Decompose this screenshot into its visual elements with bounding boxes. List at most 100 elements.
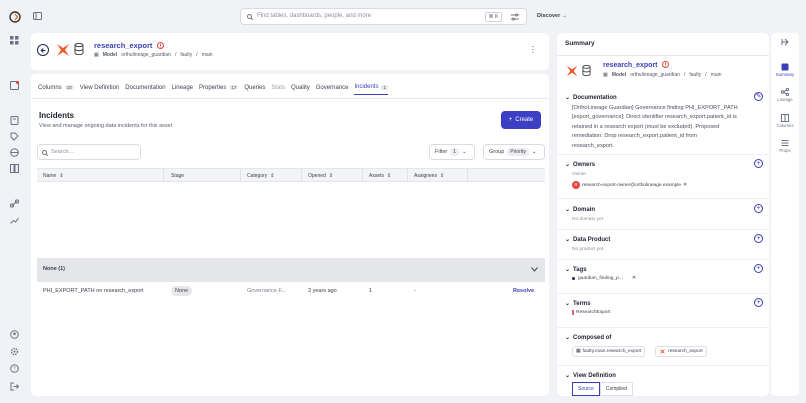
app-logo-icon[interactable] [9, 11, 21, 23]
book-icon [781, 63, 789, 71]
chevron-down-icon: ⌄ [565, 95, 571, 101]
grid-icon[interactable] [10, 36, 21, 47]
col-name[interactable]: Name ⇕ [43, 173, 64, 179]
edit-icon[interactable]: ✎ [754, 92, 763, 101]
col-stage[interactable]: Stage [171, 173, 184, 179]
domain-section[interactable]: ⌄ Domain [565, 206, 596, 214]
tab-columns[interactable]: Columns 10 [38, 84, 74, 95]
tab-documentation[interactable]: Documentation [125, 84, 165, 95]
strip-columns[interactable]: Columns [771, 114, 799, 128]
model-icon: ▦ [603, 72, 608, 78]
book-icon[interactable] [10, 116, 21, 127]
add-domain-button[interactable]: + [754, 204, 763, 213]
tag-chip[interactable]: guardian_finding_p... ✕ [572, 276, 636, 281]
crumb-database[interactable]: faulty [689, 72, 701, 78]
inbox-icon[interactable] [10, 81, 21, 92]
composed-item-label: faulty.main.research_export [582, 349, 642, 354]
view-definition-section[interactable]: ⌄ View Definition [565, 372, 616, 380]
tab-properties[interactable]: Properties 17 [199, 84, 239, 95]
resolve-button[interactable]: Resolve [513, 288, 534, 294]
crumb-schema[interactable]: main [202, 52, 213, 58]
incident-assignees[interactable]: - [414, 288, 416, 294]
table-row[interactable]: PHI_EXPORT_PATH on research_export None … [37, 282, 545, 302]
strip-props[interactable]: Props [771, 139, 799, 153]
composed-item[interactable]: ▦ faulty.main.research_export [572, 346, 646, 357]
col-label: Stage [171, 173, 185, 179]
stage-badge[interactable]: None [171, 286, 193, 296]
section-label: Domain [573, 206, 596, 213]
tab-queries[interactable]: Queries [244, 84, 265, 95]
tab-stats[interactable]: Stats [271, 84, 285, 95]
dbt-logo-icon [565, 64, 579, 78]
profile-icon[interactable] [10, 330, 21, 341]
composed-section[interactable]: ⌄ Composed of [565, 334, 611, 342]
owners-section[interactable]: ⌄ Owners [565, 161, 595, 169]
link-icon[interactable] [10, 199, 21, 210]
more-menu-icon[interactable]: ⋮ [529, 45, 537, 54]
section-label: Terms [573, 300, 591, 307]
tag-label: guardian_finding_p... [578, 276, 623, 281]
tab-quality[interactable]: Quality [291, 84, 310, 95]
composed-item[interactable]: research_export [655, 346, 707, 357]
tags-section[interactable]: ⌄ Tags [565, 266, 587, 274]
globe-icon[interactable] [10, 148, 21, 159]
chevron-down-icon: ⌄ [565, 335, 571, 341]
col-opened[interactable]: Opened ⇕ [308, 173, 333, 179]
filter-sliders-icon[interactable] [511, 13, 519, 21]
close-icon[interactable]: ✕ [683, 183, 687, 188]
term-chip[interactable]: ResearchExport [572, 310, 610, 315]
crumb-service[interactable]: orthulineage_guardian [121, 52, 171, 58]
tab-view-definition[interactable]: View Definition [80, 84, 120, 95]
filter-button[interactable]: Filter 1 ⌄ [429, 144, 475, 160]
close-icon[interactable]: ✕ [632, 276, 636, 281]
settings-icon[interactable] [10, 347, 21, 358]
documentation-section[interactable]: ⌄ Documentation [565, 94, 617, 102]
sidebar-toggle-icon[interactable] [33, 12, 42, 20]
catalog-icon[interactable] [10, 164, 21, 175]
group-select[interactable]: Group Priority ⌄ [483, 144, 545, 160]
tab-incidents[interactable]: Incidents 1 [354, 84, 388, 95]
trend-icon[interactable] [10, 216, 21, 227]
tab-governance[interactable]: Governance [316, 84, 349, 95]
add-owner-button[interactable]: + [754, 159, 763, 168]
tab-source[interactable]: Source [572, 382, 600, 396]
col-category[interactable]: Category ⇕ [247, 173, 275, 179]
help-icon[interactable]: ? [10, 364, 21, 375]
global-search[interactable]: Find tables, dashboards, people, and mor… [240, 8, 527, 25]
section-subtitle: View and manage ongoing data incidents f… [39, 123, 173, 129]
crumb-schema[interactable]: main [711, 72, 722, 78]
group-row[interactable]: None (1) [37, 258, 545, 282]
terms-section[interactable]: ⌄ Terms [565, 300, 591, 308]
discover-link[interactable]: Discover → [537, 13, 567, 19]
col-label: Category [247, 173, 268, 179]
add-tag-button[interactable]: + [754, 264, 763, 273]
domain-empty: No domain yet. [572, 217, 605, 222]
crumb-service[interactable]: orthulineage_guardian [630, 72, 680, 78]
data-product-section[interactable]: ⌄ Data Product [565, 236, 610, 244]
strip-lineage[interactable]: Lineage [771, 88, 799, 102]
strip-summary[interactable]: Summary [771, 63, 799, 77]
tag-icon[interactable] [10, 132, 21, 143]
incident-name[interactable]: PHI_EXPORT_PATH on research_export [43, 288, 144, 294]
product-empty: No product yet. [572, 247, 605, 252]
col-label: Name [43, 173, 57, 179]
columns-icon [781, 114, 789, 122]
incident-search-input[interactable]: Search... [37, 144, 141, 160]
logout-icon[interactable] [10, 382, 21, 393]
tab-label: Columns [38, 84, 62, 91]
tab-lineage[interactable]: Lineage [172, 84, 193, 95]
col-assignees[interactable]: Assignees ⇕ [414, 173, 444, 179]
add-product-button[interactable]: + [754, 234, 763, 243]
create-button[interactable]: + Create [501, 111, 541, 129]
col-assets[interactable]: Assets ⇕ [369, 173, 391, 179]
tab-compiled[interactable]: Compiled [599, 382, 633, 396]
crumb-database[interactable]: faulty [180, 52, 192, 58]
filter-label: Filter [435, 149, 448, 155]
collapse-panel-icon[interactable] [771, 38, 799, 47]
chevron-down-icon: ⌄ [462, 149, 467, 155]
summary-title[interactable]: research_export [603, 61, 670, 69]
add-term-button[interactable]: + [754, 298, 763, 307]
owner-chip[interactable]: R research-export-owner@ortholineage.exa… [572, 181, 687, 189]
database-icon [582, 65, 591, 76]
back-button[interactable] [37, 44, 49, 56]
